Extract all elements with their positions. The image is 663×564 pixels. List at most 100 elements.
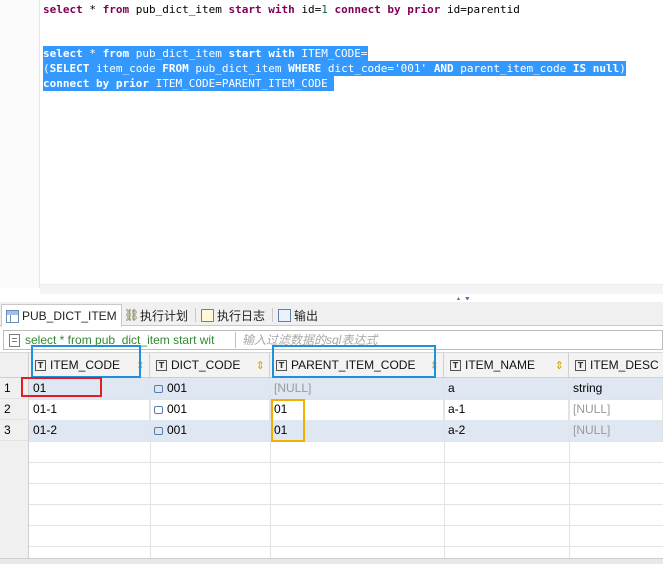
grid-horizontal-scrollbar[interactable] bbox=[0, 558, 663, 564]
table-cell[interactable]: 001 bbox=[150, 420, 270, 441]
row-number[interactable]: 2 bbox=[0, 399, 29, 420]
tab-label: 执行日志 bbox=[217, 308, 266, 323]
sql-token: WHERE bbox=[288, 62, 322, 75]
column-header-label: ITEM_DESC bbox=[590, 358, 659, 372]
tab-execution-plan[interactable]: ⛓ 执行计划 bbox=[120, 304, 192, 326]
column-header-dict-code[interactable]: T DICT_CODE ⇕ bbox=[150, 353, 270, 378]
table-cell[interactable]: [NULL] bbox=[569, 399, 663, 420]
sql-token: from bbox=[102, 47, 130, 60]
sql-token: pub_dict_item bbox=[188, 62, 289, 75]
sql-token: start with bbox=[228, 3, 295, 16]
sql-token: FROM bbox=[162, 62, 189, 75]
cell-value: 001 bbox=[167, 423, 188, 437]
table-row[interactable]: 2 01-1 001 01 a-1 [NULL] bbox=[0, 399, 663, 420]
link-icon bbox=[154, 406, 163, 414]
sql-token: * bbox=[82, 47, 103, 60]
grid-corner[interactable] bbox=[0, 353, 29, 378]
table-cell[interactable]: 01-1 bbox=[29, 399, 150, 420]
sql-token: connect by prior bbox=[43, 77, 149, 90]
column-header-parent-item-code[interactable]: T PARENT_ITEM_CODE ⇕ bbox=[270, 353, 444, 378]
column-header-item-name[interactable]: T ITEM_NAME ⇕ bbox=[444, 353, 569, 378]
sql-token: connect by prior bbox=[334, 3, 441, 16]
sql-token: ITEM_CODE=PARENT_ITEM_CODE bbox=[148, 77, 335, 90]
sql-token: dict_code= bbox=[321, 62, 395, 75]
sql-token: SELECT bbox=[49, 62, 90, 75]
filter-bar: select * from pub_dict_item start wit 输入… bbox=[0, 327, 663, 353]
table-icon bbox=[6, 309, 19, 323]
link-icon bbox=[154, 385, 163, 393]
sql-line-4[interactable]: connect by prior ITEM_CODE=PARENT_ITEM_C… bbox=[43, 76, 335, 91]
output-icon bbox=[278, 308, 291, 322]
table-cell[interactable]: 001 bbox=[150, 399, 270, 420]
table-cell[interactable]: a-2 bbox=[444, 420, 569, 441]
sql-token: IS null bbox=[572, 62, 620, 75]
table-cell[interactable]: [NULL] bbox=[569, 420, 663, 441]
table-cell[interactable]: a bbox=[444, 378, 569, 399]
filter-placeholder[interactable]: 输入过滤数据的sql表达式 bbox=[242, 333, 377, 348]
sql-token: select bbox=[43, 3, 83, 16]
row-number[interactable]: 1 bbox=[0, 378, 29, 399]
sql-token: parent_item_code bbox=[453, 62, 573, 75]
table-cell[interactable]: 001 bbox=[150, 378, 270, 399]
table-cell[interactable]: [NULL] bbox=[270, 378, 444, 399]
tab-label: PUB_DICT_ITEM bbox=[22, 309, 117, 323]
result-grid[interactable]: T ITEM_CODE ⇕ T DICT_CODE ⇕ T PARENT_ITE… bbox=[0, 353, 663, 564]
sql-token: 1 bbox=[321, 3, 328, 16]
sql-token: pub_dict_item bbox=[129, 47, 229, 60]
log-icon bbox=[201, 308, 214, 322]
link-icon bbox=[154, 427, 163, 435]
editor-gutter bbox=[0, 0, 40, 288]
tab-execution-log[interactable]: 执行日志 bbox=[197, 304, 269, 326]
table-row[interactable]: 3 01-2 001 01 a-2 [NULL] bbox=[0, 420, 663, 441]
sql-line-1[interactable]: select * from pub_dict_item start with i… bbox=[43, 2, 520, 17]
sql-token: id=parentid bbox=[440, 3, 520, 16]
column-header-item-code[interactable]: T ITEM_CODE ⇕ bbox=[29, 353, 150, 378]
text-type-icon: T bbox=[450, 359, 461, 371]
table-cell[interactable]: 01-2 bbox=[29, 420, 150, 441]
cell-value: 001 bbox=[167, 381, 188, 395]
sql-token: item_code bbox=[89, 62, 163, 75]
text-type-icon: T bbox=[35, 359, 46, 371]
table-cell[interactable]: a-1 bbox=[444, 399, 569, 420]
table-cell[interactable]: 01 bbox=[270, 399, 444, 420]
text-type-icon: T bbox=[575, 359, 586, 371]
row-number[interactable]: 3 bbox=[0, 420, 29, 441]
column-header-label: ITEM_CODE bbox=[50, 358, 121, 372]
column-header-label: DICT_CODE bbox=[171, 358, 241, 372]
text-type-icon: T bbox=[276, 359, 287, 371]
tab-label: 输出 bbox=[294, 308, 319, 323]
filter-sql-text[interactable]: select * from pub_dict_item start wit bbox=[25, 333, 233, 348]
table-cell[interactable]: 01 bbox=[270, 420, 444, 441]
filter-divider bbox=[235, 332, 236, 348]
sql-token: from bbox=[102, 3, 130, 16]
sql-token: pub_dict_item bbox=[129, 3, 229, 16]
tab-label: 执行计划 bbox=[140, 308, 189, 323]
sql-document-icon bbox=[9, 334, 20, 347]
key-icon: ⇕ bbox=[429, 360, 439, 372]
sql-token: AND bbox=[433, 62, 454, 75]
text-type-icon: T bbox=[156, 359, 167, 371]
sql-token: ( bbox=[43, 62, 50, 75]
editor-horizontal-scrollbar[interactable] bbox=[40, 284, 663, 294]
sql-token: start with bbox=[228, 47, 295, 60]
table-cell[interactable]: string bbox=[569, 378, 663, 399]
table-row[interactable]: 1 01 001 [NULL] a string bbox=[0, 378, 663, 399]
sql-token: '001' bbox=[394, 62, 428, 75]
sql-editor[interactable]: select * from pub_dict_item start with i… bbox=[0, 0, 663, 300]
sql-token: ITEM_CODE= bbox=[294, 47, 368, 60]
column-header-label: PARENT_ITEM_CODE bbox=[291, 358, 416, 372]
sql-line-3[interactable]: (SELECT item_code FROM pub_dict_item WHE… bbox=[43, 61, 626, 76]
column-header-label: ITEM_NAME bbox=[465, 358, 536, 372]
sash-arrows-icon[interactable]: ▲▼ bbox=[455, 296, 473, 300]
table-cell[interactable]: 01 bbox=[29, 378, 150, 399]
filter-input[interactable]: select * from pub_dict_item start wit 输入… bbox=[3, 330, 663, 350]
key-icon: ⇕ bbox=[255, 360, 265, 372]
sql-token: ) bbox=[619, 62, 626, 75]
column-header-item-desc[interactable]: T ITEM_DESC bbox=[569, 353, 663, 378]
cell-value: 001 bbox=[167, 402, 188, 416]
tab-pub-dict-item[interactable]: PUB_DICT_ITEM bbox=[1, 304, 122, 327]
sql-token: * bbox=[82, 3, 103, 16]
tab-output[interactable]: 输出 bbox=[274, 304, 322, 326]
sql-line-2[interactable]: select * from pub_dict_item start with I… bbox=[43, 46, 368, 61]
